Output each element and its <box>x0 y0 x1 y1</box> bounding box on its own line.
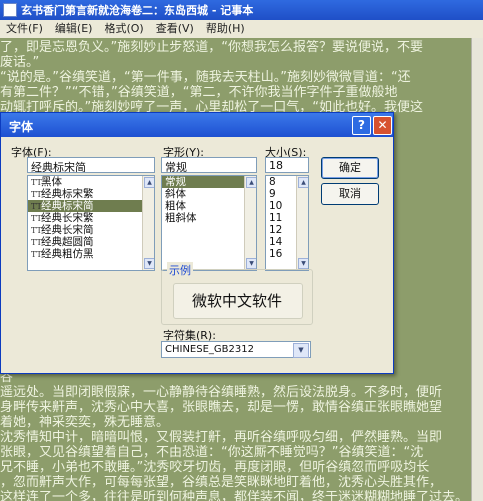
size-input[interactable]: 18 <box>265 157 309 173</box>
cancel-button[interactable]: 取消 <box>321 183 379 205</box>
truetype-icon: TT <box>31 226 42 235</box>
scroll-down-icon[interactable]: ▼ <box>246 258 256 269</box>
scroll-down-icon[interactable]: ▼ <box>144 258 154 269</box>
text-line: 了，即是忘恩负义。”施刻妙止步怒道，“你想我怎么报答？要说便说，不要 <box>0 40 423 55</box>
notepad-icon <box>3 3 17 17</box>
font-dialog: 字体 ? ✕ 字体(F): 经典标宋简 TT黑体 TT经典标宋繁 TT经典标宋简… <box>0 112 394 374</box>
dialog-titlebar: 字体 ? ✕ <box>1 113 393 137</box>
text-line: 沈秀情知中计，暗暗叫恨，又假装打鼾，再听谷缜呼吸匀细，俨然睡熟。当即 <box>0 430 443 445</box>
text-scrollbar[interactable] <box>471 38 483 501</box>
ok-button[interactable]: 确定 <box>321 157 379 179</box>
text-line: “说的是。”谷缜笑道，“第一件事，随我去天柱山。”施刻妙微微冒道：“还 <box>0 70 411 85</box>
text-line: 废话。” <box>0 55 40 70</box>
chevron-down-icon[interactable]: ▼ <box>293 343 309 358</box>
menu-view[interactable]: 查看(V) <box>150 20 200 38</box>
dialog-title: 字体 <box>9 120 34 134</box>
text-line: 张眼，又见谷缜望着自己，不由恐道：“你这厮不睡觉吗？”谷缜笑道：“沈 <box>0 445 424 460</box>
font-list-item[interactable]: TT经典长宋繁 <box>28 212 154 224</box>
style-list-item-selected[interactable]: 常规 <box>162 176 256 188</box>
truetype-icon: TT <box>31 250 42 259</box>
charset-value: CHINESE_GB2312 <box>165 344 254 355</box>
help-button[interactable]: ? <box>352 116 371 135</box>
style-list-scrollbar[interactable]: ▲ ▼ <box>244 176 256 270</box>
scroll-up-icon[interactable]: ▲ <box>298 177 308 188</box>
close-button[interactable]: ✕ <box>373 116 392 135</box>
font-list-item[interactable]: TT黑体 <box>28 176 154 188</box>
menu-edit[interactable]: 编辑(E) <box>49 20 99 38</box>
truetype-icon: TT <box>31 214 42 223</box>
style-list[interactable]: 常规 斜体 粗体 粗斜体 ▲ ▼ <box>161 175 257 271</box>
menu-bar: 文件(F) 编辑(E) 格式(O) 查看(V) 帮助(H) <box>0 20 483 39</box>
text-line: 身畔传来鼾声，沈秀心中大喜，张眼瞧去，却是一愣，敢情谷缜正张眼瞧她望 <box>0 400 443 415</box>
charset-select[interactable]: CHINESE_GB2312 ▼ <box>161 341 311 358</box>
font-list-item-selected[interactable]: TT经典标宋简 <box>28 200 154 212</box>
window-titlebar: 玄书香门第言新就沧海卷二：东岛西城 - 记事本 <box>0 0 483 20</box>
font-list-scrollbar[interactable]: ▲ ▼ <box>142 176 154 270</box>
font-list-item-label: 经典标宋简 <box>41 200 94 212</box>
text-line: 着她，神采奕奕，殊无睡意。 <box>0 415 170 430</box>
sample-label: 示例 <box>167 262 193 278</box>
text-line: 兄不睡，小弟也不敢睡。”沈秀咬牙切齿，再度闭眼，但听谷缜忽而呼吸均长 <box>0 460 430 475</box>
size-list-scrollbar[interactable]: ▲ ▼ <box>296 176 308 270</box>
text-line: 这样连了一个多，往往是听到何种声息，都佯装不闻，终于迷迷糊糊地睡了过去。 <box>0 490 469 501</box>
scroll-down-icon[interactable]: ▼ <box>298 258 308 269</box>
font-list-item[interactable]: TT经典粗仿黑 <box>28 248 154 260</box>
truetype-icon: TT <box>31 190 42 199</box>
menu-file[interactable]: 文件(F) <box>0 20 49 38</box>
scroll-up-icon[interactable]: ▲ <box>144 177 154 188</box>
truetype-icon: TT <box>31 178 42 187</box>
font-list-item[interactable]: TT经典标宋繁 <box>28 188 154 200</box>
font-list-item-label: 经典长宋繁 <box>41 212 94 224</box>
font-list-item[interactable]: TT经典超圆简 <box>28 236 154 248</box>
font-list-item[interactable]: TT经典长宋简 <box>28 224 154 236</box>
font-list-item-label: 经典粗仿黑 <box>41 248 94 260</box>
truetype-icon: TT <box>31 202 42 211</box>
style-input[interactable]: 常规 <box>161 157 257 173</box>
text-line: ，忽而鼾声大作，可每每张望，谷缜总是笑眯眯地盯着他，沈秀心头胜其作， <box>0 475 443 490</box>
sample-preview-text: 微软中文软件 <box>191 292 282 310</box>
font-list-item-label: 经典超圆简 <box>41 236 94 248</box>
menu-help[interactable]: 帮助(H) <box>200 20 251 38</box>
size-list[interactable]: 8 9 10 11 12 14 16 ▲ ▼ <box>265 175 309 271</box>
style-list-item[interactable]: 粗斜体 <box>162 212 256 224</box>
style-list-item[interactable]: 斜体 <box>162 188 256 200</box>
window-title: 玄书香门第言新就沧海卷二：东岛西城 - 记事本 <box>21 4 254 17</box>
font-list-item-label: 黑体 <box>41 176 62 188</box>
font-input[interactable]: 经典标宋简 <box>27 157 155 173</box>
font-list[interactable]: TT黑体 TT经典标宋繁 TT经典标宋简 TT经典长宋繁 TT经典长宋简 TT经… <box>27 175 155 271</box>
text-line: 遥远处。当即闭眼假寐，一心静静待谷缜睡熟，然后设法脱身。不多时，便听 <box>0 385 443 400</box>
font-list-item-label: 经典标宋繁 <box>41 188 94 200</box>
text-line: 有第二件？”“不错，”谷缜笑道，“第二，不许你我当作字件子重做般地 <box>0 85 398 100</box>
style-list-item[interactable]: 粗体 <box>162 200 256 212</box>
scroll-up-icon[interactable]: ▲ <box>246 177 256 188</box>
truetype-icon: TT <box>31 238 42 247</box>
menu-format[interactable]: 格式(O) <box>98 20 149 38</box>
font-list-item-label: 经典长宋简 <box>41 224 94 236</box>
